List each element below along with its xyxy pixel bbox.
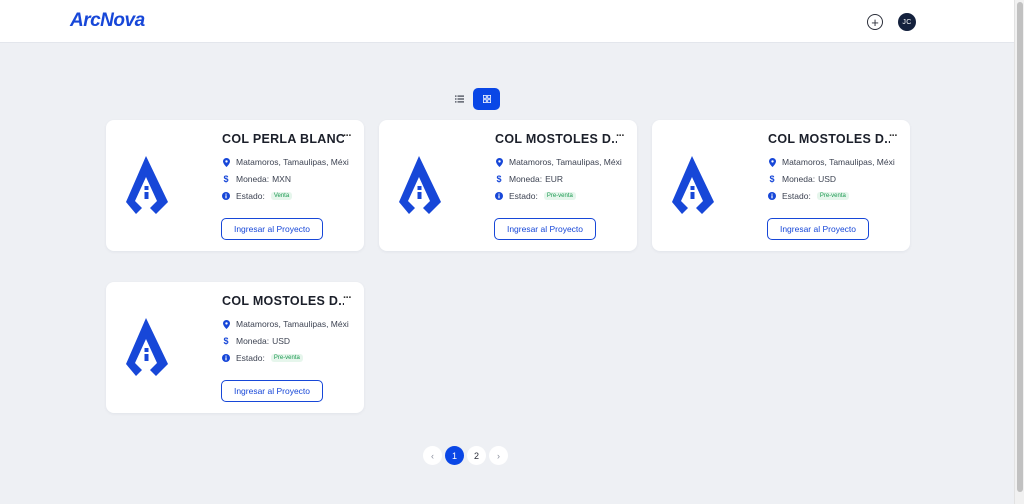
map-pin-icon <box>495 157 503 167</box>
more-options-icon[interactable]: ··· <box>343 292 352 304</box>
status-badge: Pre-venta <box>816 192 849 200</box>
enter-project-button[interactable]: Ingresar al Proyecto <box>221 218 323 240</box>
view-toggle <box>446 88 500 110</box>
project-card: COL MOSTOLES D... ··· Matamoros, Tamauli… <box>106 282 364 413</box>
status-badge: Venta <box>270 192 293 200</box>
dollar-icon: $ <box>496 174 502 184</box>
more-options-icon[interactable]: ··· <box>616 130 625 142</box>
currency-value: USD <box>818 174 837 184</box>
next-page-button[interactable]: › <box>489 446 508 465</box>
logo-text: ArcNova <box>70 10 145 31</box>
app-logo[interactable]: ArcNova <box>70 10 145 32</box>
status-badge: Pre-venta <box>543 192 576 200</box>
avatar[interactable]: JC <box>898 13 916 31</box>
project-status: Estado: Pre-venta <box>222 352 354 364</box>
status-label: Estado: <box>782 191 811 201</box>
project-title[interactable]: COL PERLA BLANC... <box>222 132 344 146</box>
status-label: Estado: <box>509 191 538 201</box>
more-options-icon[interactable]: ··· <box>889 130 898 142</box>
prev-page-button[interactable]: ‹ <box>423 446 442 465</box>
map-pin-icon <box>768 157 776 167</box>
currency-label: Moneda: <box>509 174 543 184</box>
info-icon <box>495 191 503 201</box>
enter-project-button[interactable]: Ingresar al Proyecto <box>767 218 869 240</box>
list-icon <box>455 95 464 103</box>
grid-icon <box>482 95 491 103</box>
project-location: Matamoros, Tamaulipas, Méxi <box>768 156 900 168</box>
project-status: Estado: Pre-venta <box>768 190 900 202</box>
currency-value: USD <box>272 336 291 346</box>
location-text: Matamoros, Tamaulipas, Méxi <box>509 157 622 167</box>
location-text: Matamoros, Tamaulipas, Méxi <box>236 319 349 329</box>
project-card: COL MOSTOLES D... ··· Matamoros, Tamauli… <box>652 120 910 251</box>
location-text: Matamoros, Tamaulipas, Méxi <box>782 157 895 167</box>
project-status: Estado: Venta <box>222 190 354 202</box>
project-logo-icon <box>399 156 441 214</box>
project-status: Estado: Pre-venta <box>495 190 627 202</box>
page-button-2[interactable]: 2 <box>467 446 486 465</box>
project-currency: $ Moneda: USD <box>222 335 354 347</box>
info-icon <box>768 191 776 201</box>
page-button-1[interactable]: 1 <box>445 446 464 465</box>
currency-label: Moneda: <box>236 174 270 184</box>
grid-view-button[interactable] <box>473 88 500 110</box>
map-pin-icon <box>222 319 230 329</box>
enter-project-button[interactable]: Ingresar al Proyecto <box>221 380 323 402</box>
enter-project-button[interactable]: Ingresar al Proyecto <box>494 218 596 240</box>
project-title[interactable]: COL MOSTOLES D... <box>768 132 890 146</box>
project-logo-icon <box>672 156 714 214</box>
status-label: Estado: <box>236 353 265 363</box>
status-badge: Pre-venta <box>270 354 303 362</box>
currency-label: Moneda: <box>236 336 270 346</box>
project-currency: $ Moneda: EUR <box>495 173 627 185</box>
dollar-icon: $ <box>769 174 775 184</box>
project-location: Matamoros, Tamaulipas, Méxi <box>222 318 354 330</box>
project-location: Matamoros, Tamaulipas, Méxi <box>495 156 627 168</box>
project-card: COL PERLA BLANC... ··· Matamoros, Tamaul… <box>106 120 364 251</box>
plus-circle-icon[interactable]: + <box>867 14 883 30</box>
scrollbar-thumb[interactable] <box>1017 2 1023 492</box>
currency-value: MXN <box>272 174 291 184</box>
project-logo-icon <box>126 318 168 376</box>
project-location: Matamoros, Tamaulipas, Méxi <box>222 156 354 168</box>
page-scrollbar[interactable] <box>1014 0 1024 504</box>
currency-value: EUR <box>545 174 564 184</box>
project-currency: $ Moneda: USD <box>768 173 900 185</box>
more-options-icon[interactable]: ··· <box>343 130 352 142</box>
location-text: Matamoros, Tamaulipas, Méxi <box>236 157 349 167</box>
project-logo-icon <box>126 156 168 214</box>
info-icon <box>222 353 230 363</box>
project-title[interactable]: COL MOSTOLES D... <box>222 294 344 308</box>
project-card: COL MOSTOLES D... ··· Matamoros, Tamauli… <box>379 120 637 251</box>
currency-label: Moneda: <box>782 174 816 184</box>
dollar-icon: $ <box>223 336 229 346</box>
pagination: ‹ 1 2 › <box>423 446 508 465</box>
top-header: ArcNova + JC <box>0 0 1014 43</box>
status-label: Estado: <box>236 191 265 201</box>
project-currency: $ Moneda: MXN <box>222 173 354 185</box>
project-title[interactable]: COL MOSTOLES D... <box>495 132 617 146</box>
map-pin-icon <box>222 157 230 167</box>
dollar-icon: $ <box>223 174 229 184</box>
list-view-button[interactable] <box>446 88 473 110</box>
info-icon <box>222 191 230 201</box>
